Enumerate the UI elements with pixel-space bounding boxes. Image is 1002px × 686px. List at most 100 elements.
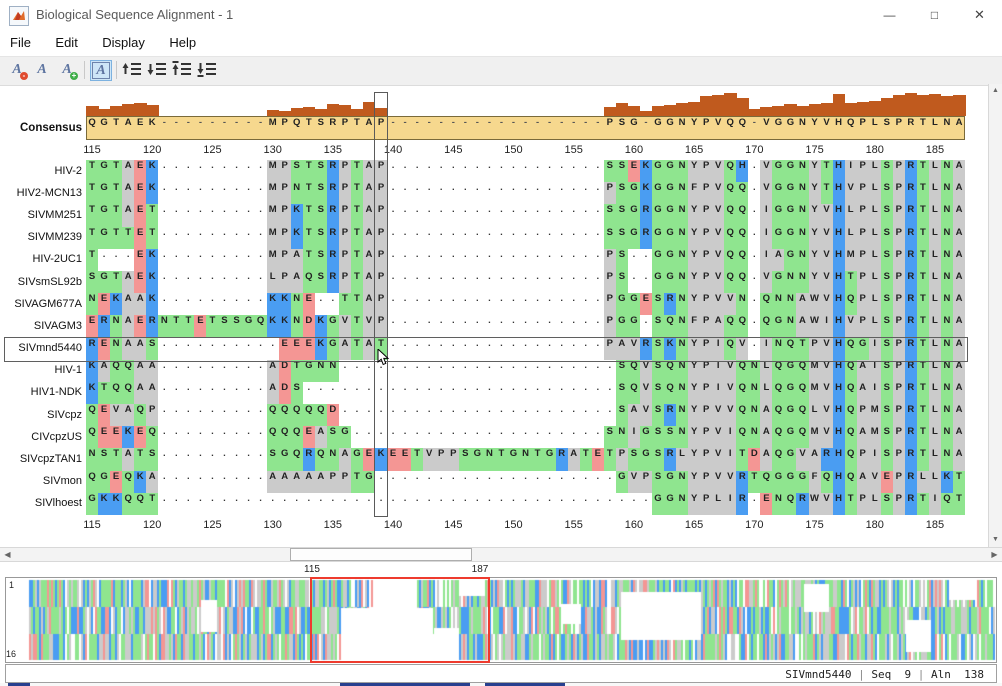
gap-cell[interactable]: . — [639, 315, 652, 338]
residue-cell[interactable]: V — [760, 270, 773, 294]
residue-cell[interactable]: I — [760, 226, 773, 249]
residue-cell[interactable]: A — [796, 315, 809, 338]
gap-cell[interactable]: . — [387, 426, 400, 449]
consensus-cell[interactable]: N — [796, 117, 808, 141]
gap-cell[interactable]: . — [399, 359, 412, 382]
gap-cell[interactable]: . — [483, 359, 496, 382]
gap-cell[interactable]: . — [495, 204, 508, 227]
gap-cell[interactable]: . — [399, 315, 412, 338]
residue-cell[interactable]: P — [892, 182, 905, 205]
residue-cell[interactable]: E — [627, 160, 640, 183]
residue-cell[interactable]: V — [712, 182, 725, 205]
residue-cell[interactable]: V — [736, 337, 749, 360]
residue-cell[interactable]: A — [146, 470, 159, 493]
gap-cell[interactable]: . — [206, 226, 219, 249]
consensus-cell[interactable]: A — [953, 117, 965, 141]
residue-cell[interactable]: A — [122, 270, 135, 294]
residue-cell[interactable]: G — [615, 315, 628, 338]
residue-cell[interactable]: N — [326, 359, 339, 382]
residue-cell[interactable]: T — [820, 182, 833, 205]
residue-cell[interactable]: V — [820, 248, 833, 271]
residue-cell[interactable]: I — [712, 337, 725, 360]
gap-cell[interactable]: . — [387, 270, 400, 294]
residue-cell[interactable]: N — [676, 160, 689, 183]
residue-cell[interactable]: Y — [808, 226, 821, 249]
gap-cell[interactable]: . — [459, 160, 472, 183]
residue-cell[interactable]: Q — [290, 448, 303, 471]
gap-cell[interactable]: . — [495, 226, 508, 249]
residue-cell[interactable]: L — [868, 315, 881, 338]
residue-cell[interactable]: S — [651, 359, 665, 382]
gap-cell[interactable]: . — [543, 404, 556, 427]
residue-cell[interactable]: R — [904, 160, 917, 183]
residue-cell[interactable]: A — [122, 337, 135, 360]
residue-cell[interactable]: N — [796, 248, 809, 271]
residue-cell[interactable]: A — [146, 359, 159, 382]
gap-cell[interactable]: . — [350, 426, 363, 449]
gap-cell[interactable]: . — [387, 248, 400, 271]
gap-cell[interactable]: . — [543, 359, 556, 382]
residue-cell[interactable]: G — [664, 204, 677, 227]
residue-cell[interactable]: V — [724, 470, 737, 493]
residue-cell[interactable]: T — [916, 337, 929, 360]
residue-cell[interactable]: I — [760, 337, 773, 360]
residue-cell[interactable]: K — [98, 492, 111, 516]
gap-cell[interactable]: . — [555, 182, 568, 205]
residue-cell[interactable]: T — [302, 160, 315, 183]
gap-cell[interactable]: . — [194, 270, 207, 294]
gap-cell[interactable]: . — [471, 426, 484, 449]
gap-cell[interactable]: . — [531, 470, 544, 493]
residue-cell[interactable]: Q — [724, 270, 737, 294]
gap-cell[interactable]: . — [387, 160, 400, 183]
residue-cell[interactable]: Q — [796, 426, 809, 449]
gap-cell[interactable]: . — [399, 182, 412, 205]
gap-cell[interactable]: . — [591, 337, 604, 360]
gap-cell[interactable]: . — [435, 270, 448, 294]
residue-cell[interactable]: P — [375, 248, 388, 271]
residue-cell[interactable]: T — [531, 448, 544, 471]
residue-cell[interactable]: A — [122, 404, 135, 427]
residue-cell[interactable]: A — [856, 359, 869, 382]
gap-cell[interactable]: . — [591, 492, 604, 516]
gap-cell[interactable]: . — [230, 404, 243, 427]
gap-cell[interactable]: . — [507, 426, 520, 449]
residue-cell[interactable]: K — [639, 182, 652, 205]
gap-cell[interactable]: . — [194, 293, 207, 316]
gap-cell[interactable]: . — [387, 182, 400, 205]
gap-cell[interactable]: . — [543, 315, 556, 338]
scroll-down-arrow-icon[interactable]: ▼ — [989, 533, 1002, 547]
gap-cell[interactable]: . — [387, 315, 400, 338]
residue-cell[interactable]: K — [146, 182, 159, 205]
gap-cell[interactable]: . — [194, 359, 207, 382]
residue-cell[interactable]: S — [218, 315, 231, 338]
gap-cell[interactable]: . — [411, 204, 424, 227]
residue-cell[interactable]: V — [844, 182, 857, 205]
residue-cell[interactable]: P — [856, 270, 869, 294]
residue-cell[interactable]: L — [868, 226, 881, 249]
residue-cell[interactable]: W — [808, 492, 821, 516]
residue-cell[interactable]: G — [86, 492, 99, 516]
residue-cell[interactable]: A — [266, 359, 279, 382]
residue-cell[interactable]: P — [892, 337, 905, 360]
residue-cell[interactable]: N — [748, 426, 761, 449]
gap-cell[interactable]: . — [423, 337, 436, 360]
residue-cell[interactable]: E — [362, 448, 375, 471]
gap-cell[interactable]: . — [591, 270, 604, 294]
residue-cell[interactable]: A — [953, 248, 966, 271]
residue-cell[interactable]: P — [892, 293, 905, 316]
residue-cell[interactable]: V — [362, 315, 375, 338]
residue-cell[interactable]: P — [892, 404, 905, 427]
consensus-cell[interactable]: S — [881, 117, 893, 141]
alignment-overview[interactable] — [5, 577, 997, 663]
residue-cell[interactable]: G — [627, 226, 640, 249]
residue-cell[interactable]: A — [266, 381, 279, 405]
residue-cell[interactable]: N — [86, 293, 99, 316]
gap-cell[interactable]: . — [591, 381, 604, 405]
residue-cell[interactable]: A — [953, 359, 966, 382]
residue-cell[interactable]: K — [146, 160, 159, 183]
gap-cell[interactable]: . — [507, 160, 520, 183]
residue-cell[interactable]: E — [278, 337, 291, 360]
gap-cell[interactable]: . — [326, 492, 339, 516]
residue-cell[interactable]: Q — [844, 448, 857, 471]
gap-cell[interactable]: . — [314, 381, 327, 405]
